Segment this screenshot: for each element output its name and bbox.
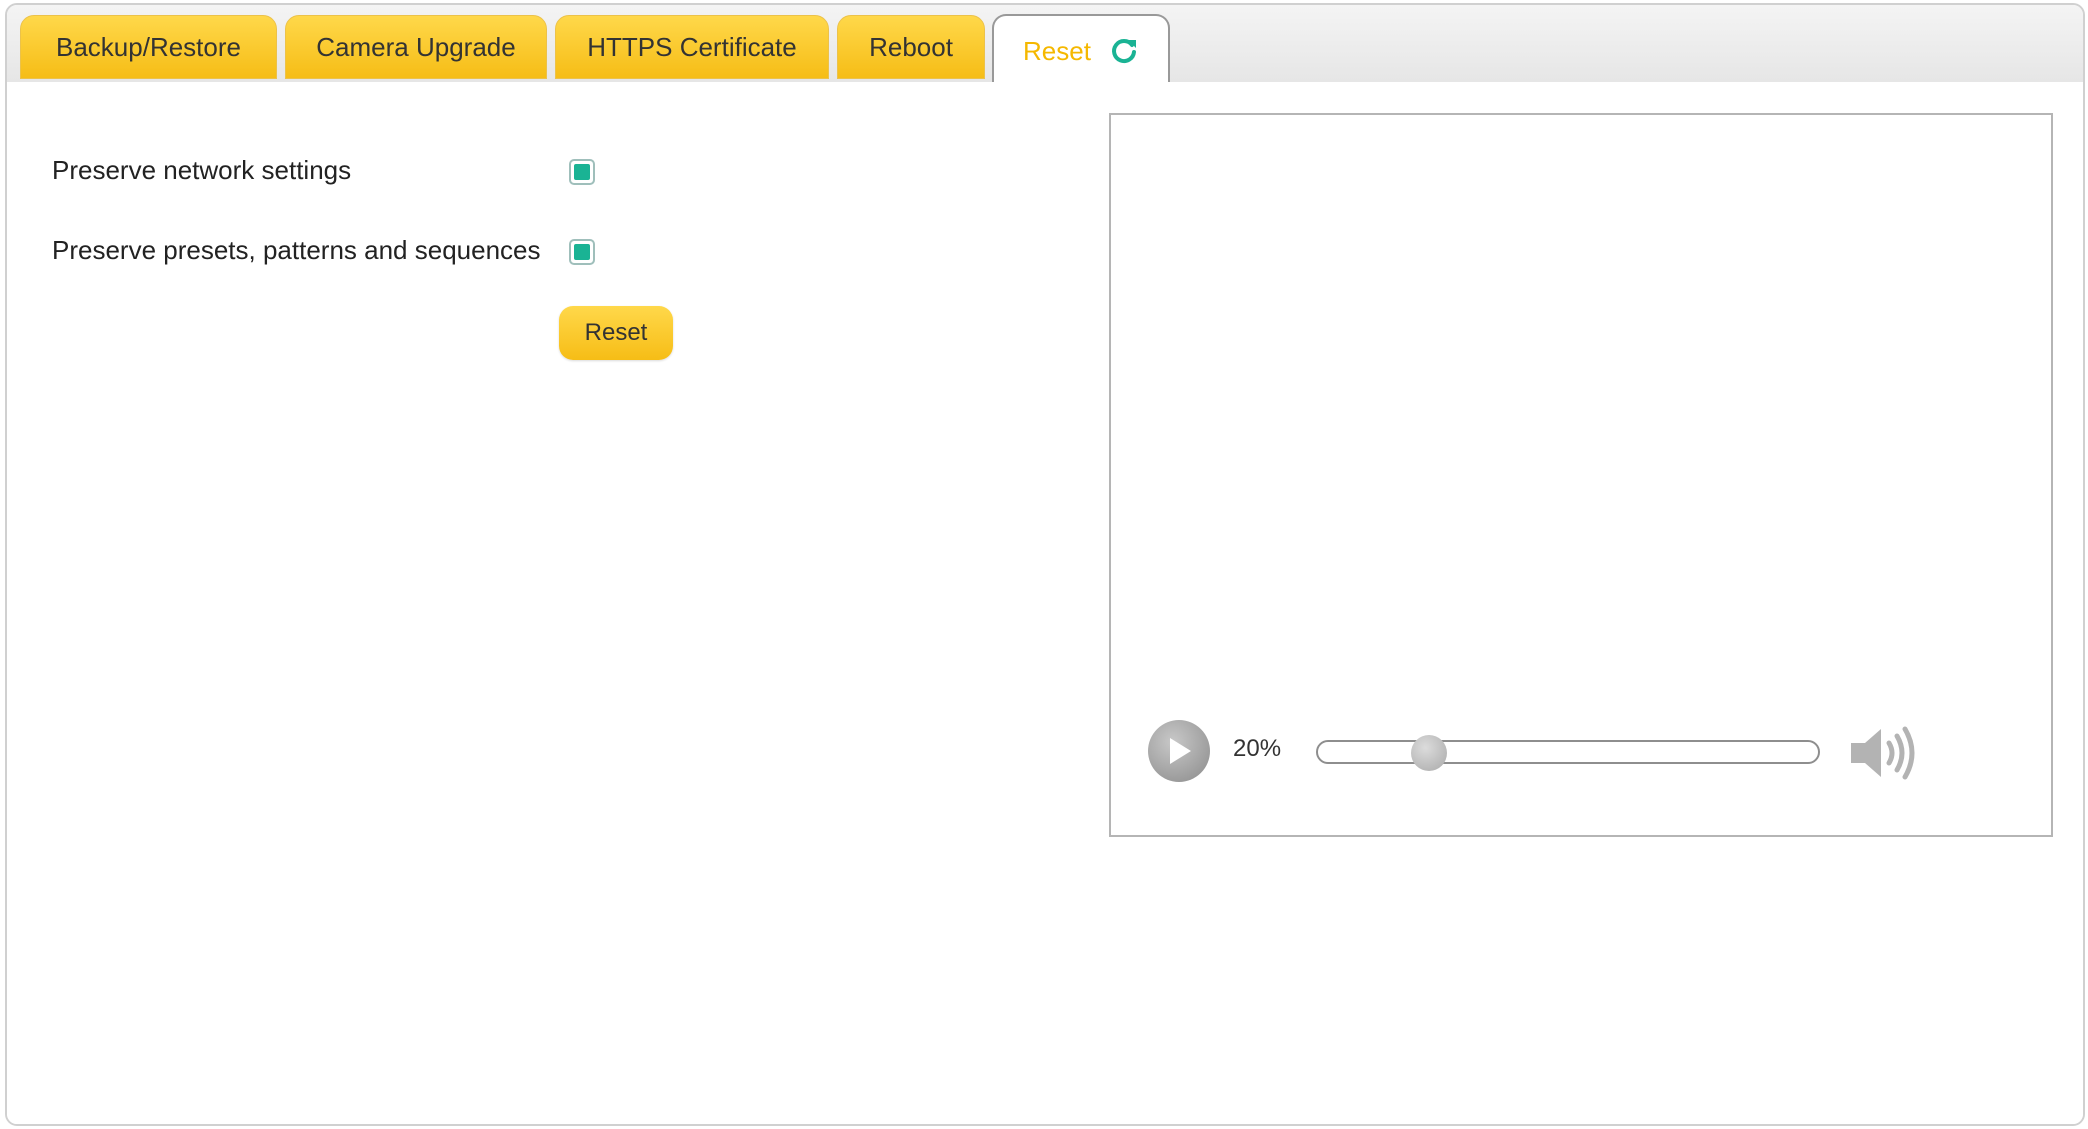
preserve-network-label: Preserve network settings (52, 155, 352, 185)
tab-label: Reboot (869, 31, 953, 62)
volume-percent: 20% (1233, 735, 1282, 762)
audio-player: 20% (1109, 113, 2053, 837)
tab-label: Reset (1023, 35, 1091, 66)
checkbox-checked-mark (574, 164, 590, 180)
tab-reboot[interactable]: Reboot (837, 15, 985, 79)
refresh-icon (1109, 36, 1139, 66)
tab-label: HTTPS Certificate (587, 31, 797, 62)
preserve-presets-checkbox[interactable] (569, 239, 595, 265)
tab-label: Backup/Restore (56, 31, 241, 62)
speaker-icon[interactable] (1849, 723, 1919, 783)
app-frame: Backup/Restore Camera Upgrade HTTPS Cert… (5, 3, 2085, 1126)
reset-panel: Preserve network settings Preserve prese… (7, 82, 2083, 1124)
reset-button[interactable]: Reset (559, 306, 673, 360)
volume-slider-thumb[interactable] (1410, 735, 1447, 771)
tab-https-certificate[interactable]: HTTPS Certificate (555, 15, 829, 79)
tab-reset[interactable]: Reset (992, 14, 1170, 86)
preserve-network-checkbox[interactable] (569, 159, 595, 185)
volume-slider[interactable] (1316, 735, 1820, 771)
tab-bar: Backup/Restore Camera Upgrade HTTPS Cert… (7, 5, 2083, 86)
play-button[interactable] (1148, 720, 1210, 782)
checkbox-checked-mark (574, 244, 590, 260)
preserve-presets-label: Preserve presets, patterns and sequences (52, 235, 541, 265)
tab-backup-restore[interactable]: Backup/Restore (20, 15, 277, 79)
tab-label: Camera Upgrade (316, 31, 516, 62)
play-icon (1170, 738, 1191, 764)
tab-camera-upgrade[interactable]: Camera Upgrade (285, 15, 547, 79)
